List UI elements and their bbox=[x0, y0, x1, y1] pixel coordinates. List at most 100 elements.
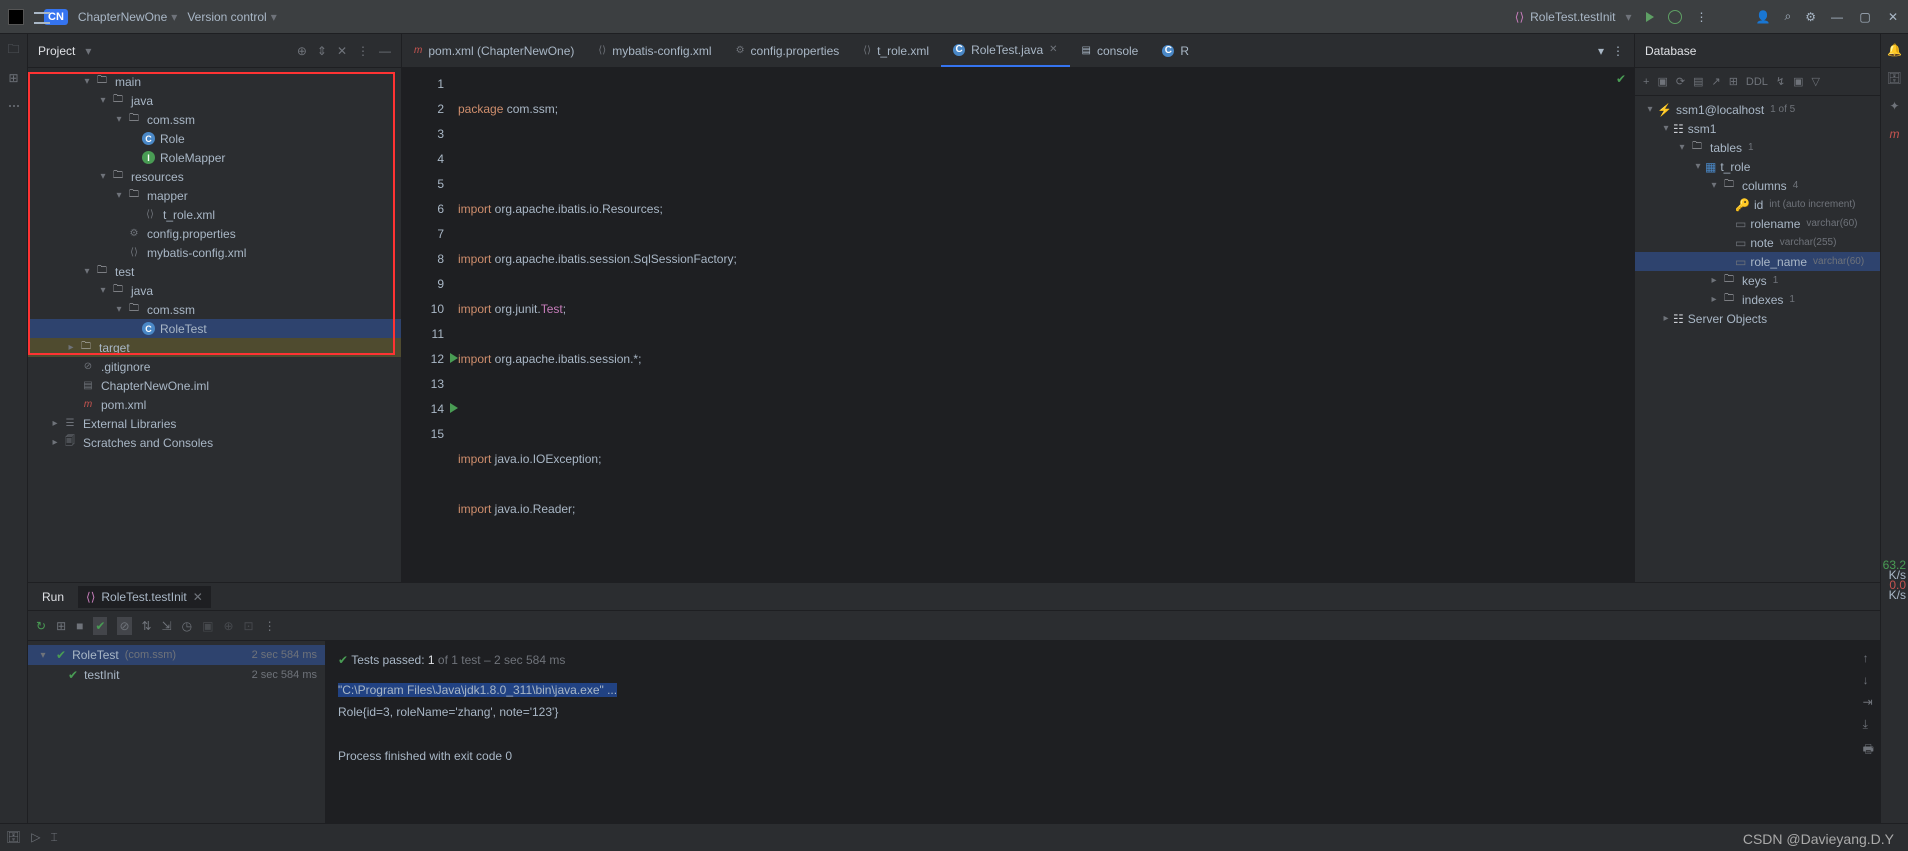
db-schema[interactable]: ▾☷ssm1 bbox=[1635, 119, 1880, 138]
tree-item-gitignore[interactable]: ⊘.gitignore bbox=[28, 357, 401, 376]
tab-mybatis[interactable]: ⟨⟩mybatis-config.xml bbox=[586, 34, 723, 67]
settings-run-icon[interactable]: ⋮ bbox=[264, 619, 276, 633]
db-ddl-button[interactable]: DDL bbox=[1746, 76, 1768, 88]
code-with-me-icon[interactable]: 👤 bbox=[1756, 10, 1771, 24]
services-icon[interactable]: ▷ bbox=[31, 830, 40, 845]
collapse-icon[interactable]: ✕ bbox=[337, 44, 347, 58]
tab-roletest[interactable]: CRoleTest.java✕ bbox=[941, 34, 1069, 67]
db-stop-icon[interactable]: ▤ bbox=[1693, 75, 1703, 88]
db-connection[interactable]: ▾⚡ssm1@localhost1 of 5 bbox=[1635, 100, 1880, 119]
run-icon[interactable] bbox=[1646, 12, 1654, 22]
tab-config[interactable]: ⚙config.properties bbox=[724, 34, 852, 67]
inspection-check-icon[interactable]: ✔ bbox=[1616, 72, 1626, 86]
db-tx-icon[interactable]: ▣ bbox=[1793, 75, 1803, 88]
scroll-down-icon[interactable]: ↓ bbox=[1863, 673, 1874, 687]
db-filter-icon[interactable]: ▽ bbox=[1812, 75, 1820, 88]
project-tool-icon[interactable]: 🗀 bbox=[6, 42, 22, 58]
tab-pom[interactable]: mpom.xml (ChapterNewOne) bbox=[402, 34, 586, 67]
db-refresh-icon[interactable]: ⟳ bbox=[1676, 75, 1685, 88]
sort-icon[interactable]: ⇅ bbox=[142, 619, 152, 633]
test-tree[interactable]: ▾✔RoleTest(com.ssm)2 sec 584 ms ✔testIni… bbox=[28, 641, 326, 823]
more-icon[interactable]: ⋮ bbox=[1696, 10, 1708, 24]
search-icon[interactable]: ⌕ bbox=[1785, 9, 1792, 24]
tab-trole[interactable]: ⟨⟩t_role.xml bbox=[851, 34, 941, 67]
stop-icon[interactable]: ■ bbox=[76, 619, 83, 633]
expand-all-icon[interactable]: ⇲ bbox=[162, 619, 172, 633]
terminal-icon[interactable]: ⌶ bbox=[50, 830, 57, 845]
db-status-icon[interactable]: 🗄 bbox=[6, 830, 21, 845]
test-row-roletest[interactable]: ▾✔RoleTest(com.ssm)2 sec 584 ms bbox=[28, 645, 325, 665]
db-add-icon[interactable]: + bbox=[1643, 76, 1649, 88]
tab-r[interactable]: CR bbox=[1150, 34, 1201, 67]
run-tab-run[interactable]: Run bbox=[34, 586, 72, 608]
db-jump-icon[interactable]: ↗ bbox=[1711, 75, 1720, 88]
scroll-end-icon[interactable]: ⤓ bbox=[1863, 717, 1874, 732]
maximize-icon[interactable]: ▢ bbox=[1858, 10, 1872, 24]
toggle-ignore-icon[interactable]: ⊘ bbox=[117, 617, 131, 635]
tree-item-iml[interactable]: ▤ChapterNewOne.iml bbox=[28, 376, 401, 395]
db-view-icon[interactable]: ⊞ bbox=[1729, 75, 1738, 88]
minimize-icon[interactable]: — bbox=[1830, 10, 1844, 24]
console-output[interactable]: ✔ Tests passed: 1 of 1 test – 2 sec 584 … bbox=[326, 641, 1880, 823]
history-icon[interactable]: ◷ bbox=[182, 619, 192, 633]
app-icon[interactable] bbox=[8, 9, 24, 25]
close-icon[interactable]: ✕ bbox=[1886, 10, 1900, 24]
db-keys[interactable]: ▸🗀keys1 bbox=[1635, 271, 1880, 290]
db-col-role-name[interactable]: ▭role_namevarchar(60) bbox=[1635, 252, 1880, 271]
db-tables[interactable]: ▾🗀tables1 bbox=[1635, 138, 1880, 157]
version-control[interactable]: Version control▾ bbox=[187, 10, 276, 24]
soft-wrap-icon[interactable]: ⇥ bbox=[1863, 695, 1874, 709]
print-icon[interactable]: 🖶 bbox=[1863, 740, 1874, 761]
db-dup-icon[interactable]: ▣ bbox=[1657, 75, 1667, 88]
rerun-failed-icon[interactable]: ⊞ bbox=[56, 619, 66, 633]
db-col-note[interactable]: ▭notevarchar(255) bbox=[1635, 233, 1880, 252]
database-tool-icon[interactable]: 🗄 bbox=[1887, 70, 1903, 86]
structure-tool-icon[interactable]: ⊞ bbox=[6, 70, 22, 86]
toggle-pass-icon[interactable]: ✔ bbox=[93, 617, 107, 635]
debug-icon[interactable] bbox=[1668, 10, 1682, 24]
db-table-trole[interactable]: ▾▦t_role bbox=[1635, 157, 1880, 176]
rerun-icon[interactable]: ↻ bbox=[36, 619, 46, 633]
tree-item-java[interactable]: ▾🗀java bbox=[28, 91, 401, 110]
tree-item-mapper[interactable]: ▾🗀mapper bbox=[28, 186, 401, 205]
notifications-icon[interactable]: 🔔 bbox=[1887, 42, 1903, 58]
tree-item-pom[interactable]: mpom.xml bbox=[28, 395, 401, 414]
project-view-chevron[interactable]: ▾ bbox=[85, 44, 91, 58]
import-icon[interactable]: ▣ bbox=[202, 619, 213, 633]
database-tree[interactable]: ▾⚡ssm1@localhost1 of 5 ▾☷ssm1 ▾🗀tables1 … bbox=[1635, 96, 1880, 332]
expand-icon[interactable]: ⇕ bbox=[317, 44, 327, 58]
tree-item-scratches[interactable]: ▸🗐Scratches and Consoles bbox=[28, 433, 401, 452]
screenshot-icon[interactable]: ⊡ bbox=[244, 619, 254, 633]
tab-console[interactable]: ▤console bbox=[1070, 34, 1151, 67]
locate-icon[interactable]: ⊕ bbox=[297, 44, 307, 58]
tree-item-testjava[interactable]: ▾🗀java bbox=[28, 281, 401, 300]
more-tools-icon[interactable] bbox=[6, 98, 22, 114]
export-icon[interactable]: ⊕ bbox=[223, 619, 233, 633]
tree-item-config[interactable]: ⚙config.properties bbox=[28, 224, 401, 243]
run-config-selector[interactable]: ⟨⟩RoleTest.testInit▾ bbox=[1515, 10, 1632, 24]
db-col-rolename[interactable]: ▭rolenamevarchar(60) bbox=[1635, 214, 1880, 233]
tree-item-role[interactable]: CRole bbox=[28, 129, 401, 148]
tree-item-target[interactable]: ▸🗀target bbox=[28, 338, 401, 357]
db-indexes[interactable]: ▸🗀indexes1 bbox=[1635, 290, 1880, 309]
maven-tool-icon[interactable]: m bbox=[1887, 126, 1903, 142]
ai-tool-icon[interactable]: ✦ bbox=[1887, 98, 1903, 114]
test-row-testinit[interactable]: ✔testInit2 sec 584 ms bbox=[28, 665, 325, 685]
tree-item-test[interactable]: ▾🗀test bbox=[28, 262, 401, 281]
tree-item-rolemapper[interactable]: IRoleMapper bbox=[28, 148, 401, 167]
settings-icon[interactable]: ⚙ bbox=[1805, 10, 1816, 24]
options-icon[interactable]: ⋮ bbox=[357, 44, 369, 58]
tree-item-extlib[interactable]: ▸☰External Libraries bbox=[28, 414, 401, 433]
tabs-more-icon[interactable]: ⋮ bbox=[1612, 44, 1624, 58]
scroll-up-icon[interactable]: ↑ bbox=[1863, 651, 1874, 665]
tree-item-mybatiscfg[interactable]: ⟨⟩mybatis-config.xml bbox=[28, 243, 401, 262]
tree-item-comssm[interactable]: ▾🗀com.ssm bbox=[28, 110, 401, 129]
db-columns[interactable]: ▾🗀columns4 bbox=[1635, 176, 1880, 195]
db-col-id[interactable]: 🔑idint (auto increment) bbox=[1635, 195, 1880, 214]
tree-item-trolexml[interactable]: ⟨⟩t_role.xml bbox=[28, 205, 401, 224]
tree-item-main[interactable]: ▾🗀main bbox=[28, 72, 401, 91]
tree-item-roletest[interactable]: CRoleTest bbox=[28, 319, 401, 338]
run-tab-config[interactable]: ⟨⟩RoleTest.testInit✕ bbox=[78, 586, 211, 608]
tree-item-testcom[interactable]: ▾🗀com.ssm bbox=[28, 300, 401, 319]
tabs-dropdown-icon[interactable]: ▾ bbox=[1598, 44, 1604, 58]
